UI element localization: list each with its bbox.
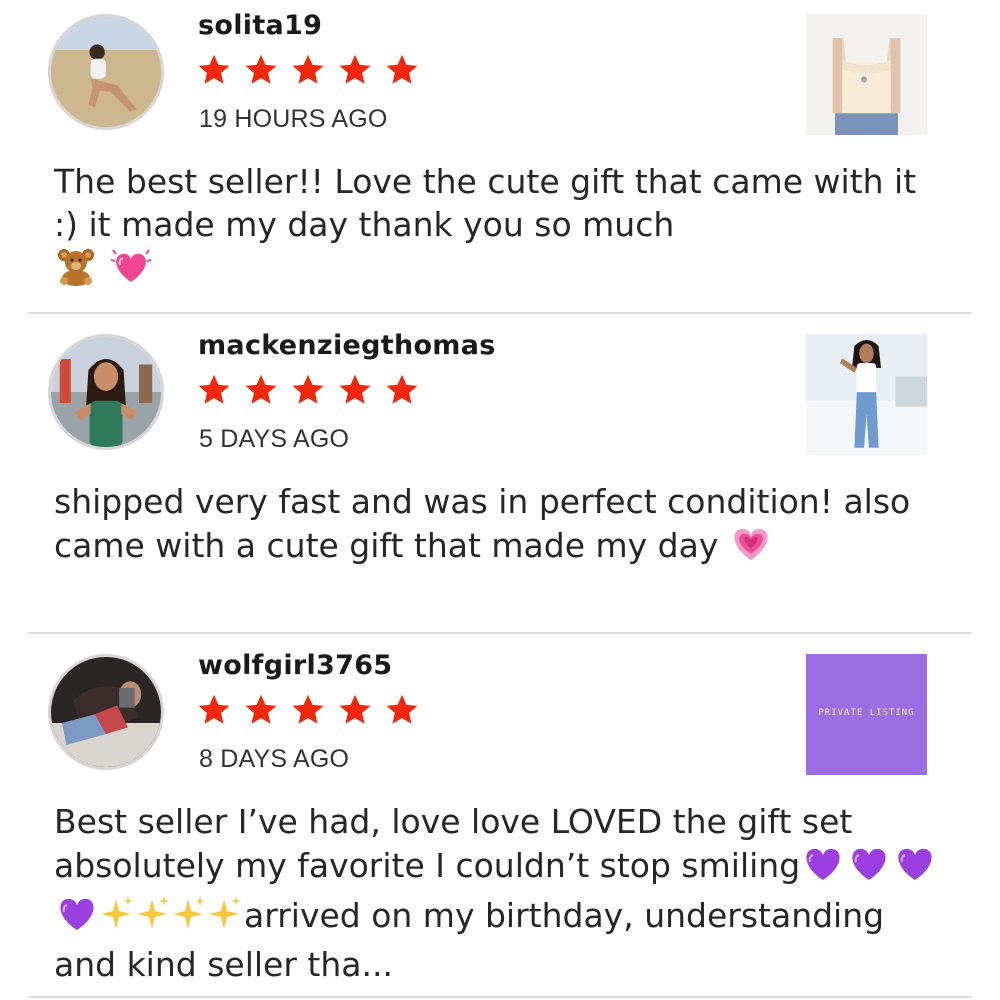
purple-heart-icon <box>54 893 100 943</box>
username[interactable]: wolfgirl3765 <box>198 650 392 681</box>
divider <box>28 312 972 314</box>
star-icon <box>245 694 277 724</box>
star-icon <box>292 694 324 724</box>
star-icon <box>198 54 230 84</box>
star-icon <box>339 374 371 404</box>
star-icon <box>292 374 324 404</box>
listing-photo <box>806 14 927 135</box>
star-icon <box>245 374 277 404</box>
purple-heart-icon <box>846 843 892 893</box>
teddy-bear-icon <box>54 246 98 296</box>
private-listing-label: PRIVATE LISTING <box>818 708 915 718</box>
username[interactable]: mackenziegthomas <box>198 330 496 361</box>
review-text: Best seller I’ve had, love love LOVED th… <box>54 800 944 986</box>
star-icon <box>386 694 418 724</box>
star-icon <box>245 54 277 84</box>
sparkles-icon <box>208 893 244 943</box>
growing-heart-icon <box>729 523 773 573</box>
star-rating <box>196 52 420 88</box>
review-text: The best seller!! Love the cute gift tha… <box>54 160 944 296</box>
listing-thumbnail[interactable] <box>806 14 927 135</box>
avatar[interactable] <box>48 14 164 130</box>
star-icon <box>339 54 371 84</box>
review-text-body: Best seller I’ve had, love love LOVED th… <box>54 802 853 885</box>
review-text-body: The best seller!! Love the cute gift tha… <box>54 162 917 244</box>
review-text-body: shipped very fast and was in perfect con… <box>54 482 911 565</box>
star-icon <box>386 54 418 84</box>
avatar-photo <box>51 657 161 767</box>
listing-thumbnail[interactable]: PRIVATE LISTING <box>806 654 927 775</box>
divider <box>28 996 972 998</box>
avatar-photo <box>51 17 161 127</box>
purple-heart-icon <box>892 843 938 893</box>
purple-heart-icon <box>800 843 846 893</box>
sparkles-icon <box>172 893 208 943</box>
review-text: shipped very fast and was in perfect con… <box>54 480 944 573</box>
review-timestamp: 8 DAYS AGO <box>199 745 350 773</box>
divider <box>28 632 972 634</box>
sparkles-icon <box>136 893 172 943</box>
star-rating <box>196 692 420 728</box>
star-icon <box>339 694 371 724</box>
beating-heart-icon <box>109 246 153 296</box>
avatar[interactable] <box>48 334 164 450</box>
listing-thumbnail[interactable] <box>806 334 927 455</box>
star-icon <box>386 374 418 404</box>
username[interactable]: solita19 <box>198 10 322 41</box>
review-timestamp: 5 DAYS AGO <box>199 425 350 453</box>
star-icon <box>198 694 230 724</box>
star-icon <box>292 54 324 84</box>
sparkles-icon <box>100 893 136 943</box>
avatar-photo <box>51 337 161 447</box>
listing-photo <box>806 334 927 455</box>
review-timestamp: 19 HOURS AGO <box>199 105 388 133</box>
star-rating <box>196 372 420 408</box>
avatar[interactable] <box>48 654 164 770</box>
star-icon <box>198 374 230 404</box>
